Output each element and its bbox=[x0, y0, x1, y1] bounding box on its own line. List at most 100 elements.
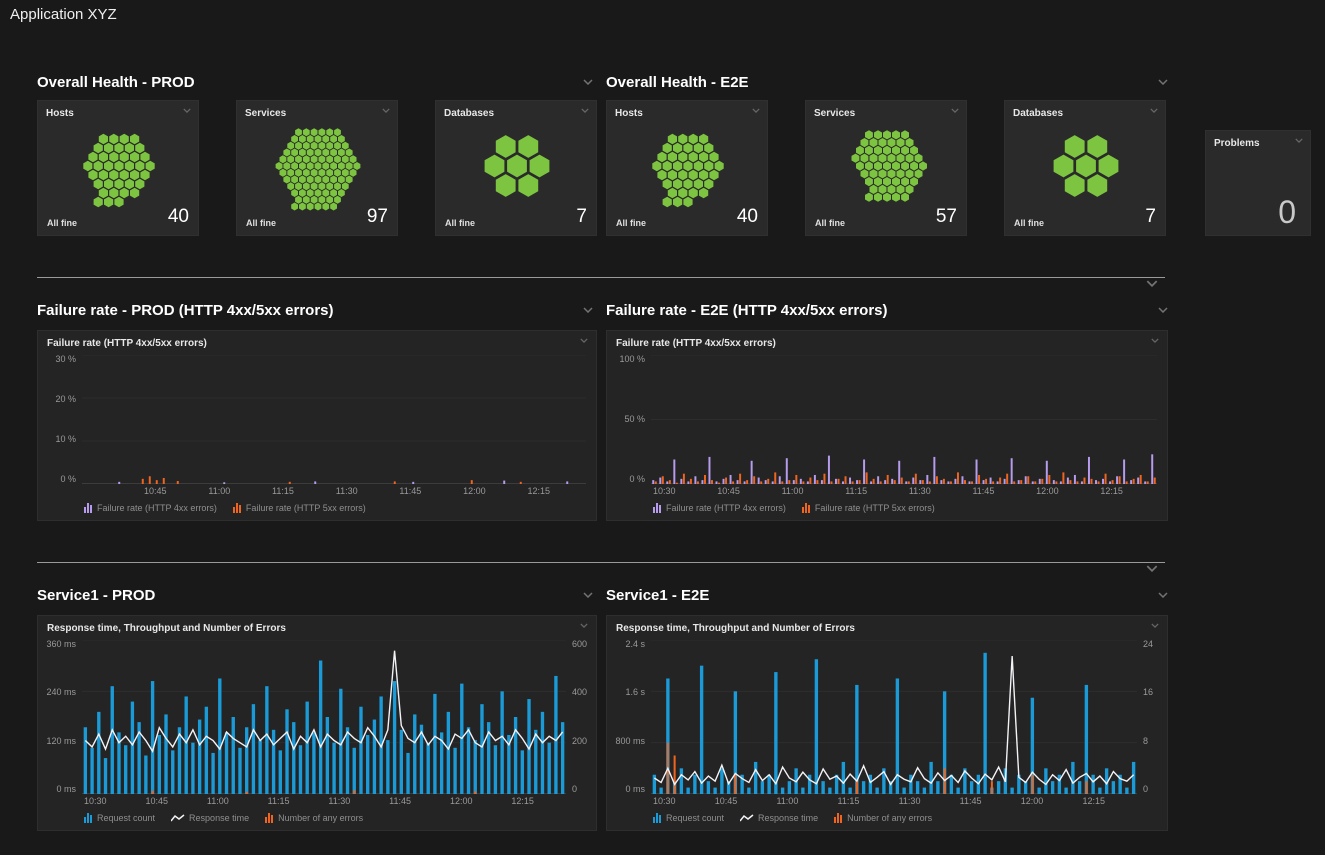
chart-legend: Request count Response time Number of any … bbox=[607, 808, 1167, 830]
chevron-down-icon[interactable] bbox=[1158, 592, 1168, 598]
hexagon-entity bbox=[83, 161, 92, 172]
x-axis: 10:4511:0011:1511:3011:4512:0012:15 bbox=[82, 486, 586, 496]
legend-item[interactable]: Failure rate (HTTP 5xx errors) bbox=[233, 503, 366, 513]
hexagon-entity bbox=[668, 152, 677, 163]
chevron-down-icon[interactable] bbox=[1158, 307, 1168, 313]
hexagon-entity bbox=[342, 155, 349, 163]
hexagon-entity bbox=[496, 135, 516, 158]
y-axis-label: 0 bbox=[572, 785, 596, 794]
hexagon-entity bbox=[315, 176, 322, 184]
tile-title: Databases bbox=[444, 108, 494, 119]
problems-tile[interactable]: Problems 0 bbox=[1205, 130, 1311, 236]
legend-item[interactable]: Failure rate (HTTP 4xx errors) bbox=[84, 503, 217, 513]
chevron-down-icon[interactable] bbox=[580, 623, 588, 628]
health-tile-services-prod[interactable]: Services All fine97 bbox=[236, 100, 398, 236]
chart-tile-service-prod[interactable]: Response time, Throughput and Number of … bbox=[37, 615, 597, 831]
health-tile-hosts-prod[interactable]: Hosts All fine40 bbox=[37, 100, 199, 236]
section-divider bbox=[37, 277, 1165, 278]
chevron-down-icon[interactable] bbox=[951, 108, 959, 113]
chevron-down-icon[interactable] bbox=[583, 307, 593, 313]
legend-bars-icon bbox=[233, 503, 242, 513]
health-tile-databases-prod[interactable]: Databases All fine7 bbox=[435, 100, 597, 236]
hexagon-cluster bbox=[44, 121, 194, 211]
hexagon-entity bbox=[303, 196, 310, 204]
legend-bars-icon bbox=[265, 813, 274, 823]
hexagon-entity bbox=[307, 135, 314, 143]
legend-bars-icon bbox=[834, 813, 843, 823]
hexagon-entity bbox=[874, 193, 882, 202]
chevron-down-icon[interactable] bbox=[752, 108, 760, 113]
chevron-down-icon[interactable] bbox=[583, 592, 593, 598]
legend-item[interactable]: Number of any errors bbox=[834, 813, 932, 823]
hexagon-entity bbox=[311, 155, 318, 163]
legend-item[interactable]: Number of any errors bbox=[265, 813, 363, 823]
hexagon-entity bbox=[342, 142, 349, 150]
chevron-down-icon[interactable] bbox=[1158, 79, 1168, 85]
hexagon-entity bbox=[663, 143, 672, 154]
hexagon-entity bbox=[315, 189, 322, 197]
y-axis-label: 0 % bbox=[60, 475, 76, 484]
hexagon-entity bbox=[114, 179, 123, 190]
hexagon-entity bbox=[879, 185, 887, 194]
x-axis-label: 12:15 bbox=[1100, 486, 1123, 496]
hexagon-entity bbox=[892, 146, 900, 155]
plot-area bbox=[651, 355, 1157, 484]
hexagon-entity bbox=[104, 143, 113, 154]
chart-tile-failure-prod[interactable]: Failure rate (HTTP 4xx/5xx errors) 30 %2… bbox=[37, 330, 597, 521]
hexagon-entity bbox=[109, 152, 118, 163]
chevron-down-icon[interactable] bbox=[1151, 623, 1159, 628]
hexagon-entity bbox=[1065, 174, 1085, 197]
plot-area bbox=[651, 640, 1137, 794]
chevron-down-icon[interactable] bbox=[581, 108, 589, 113]
problems-count: 0 bbox=[1278, 194, 1296, 231]
health-tile-services-e2e[interactable]: Services All fine57 bbox=[805, 100, 967, 236]
y-axis-left: 30 %20 %10 %0 % bbox=[38, 355, 82, 484]
chart-tile-failure-e2e[interactable]: Failure rate (HTTP 4xx/5xx errors) 100 %… bbox=[606, 330, 1168, 521]
hexagon-entity bbox=[888, 154, 896, 163]
x-axis-label: 12:15 bbox=[511, 796, 534, 806]
chevron-down-icon[interactable] bbox=[580, 338, 588, 343]
legend-item[interactable]: Failure rate (HTTP 5xx errors) bbox=[802, 503, 935, 513]
hexagon-entity bbox=[276, 162, 283, 170]
health-tile-hosts-e2e[interactable]: Hosts All fine40 bbox=[606, 100, 768, 236]
hexagon-entity bbox=[99, 134, 108, 145]
chevron-down-icon[interactable] bbox=[1146, 280, 1158, 287]
status-label: All fine bbox=[246, 218, 276, 228]
hexagon-entity bbox=[338, 176, 345, 184]
tile-title: Databases bbox=[1013, 108, 1063, 119]
hexagon-entity bbox=[678, 134, 687, 145]
entity-count: 7 bbox=[1145, 206, 1156, 228]
y-axis-left: 100 %50 %0 % bbox=[607, 355, 651, 484]
section-header-service-prod: Service1 - PROD bbox=[37, 585, 593, 605]
hexagon-cluster bbox=[442, 121, 592, 211]
legend-item[interactable]: Failure rate (HTTP 4xx errors) bbox=[653, 503, 786, 513]
hexagon-entity bbox=[283, 176, 290, 184]
chevron-down-icon[interactable] bbox=[1146, 565, 1158, 572]
legend-item[interactable]: Response time bbox=[171, 813, 249, 823]
failure-rate-chart bbox=[82, 355, 586, 484]
hexagon-entity bbox=[901, 161, 909, 170]
hexagon-entity bbox=[338, 135, 345, 143]
chart-tile-service-e2e[interactable]: Response time, Throughput and Number of … bbox=[606, 615, 1168, 831]
legend-item[interactable]: Request count bbox=[84, 813, 155, 823]
legend-item[interactable]: Request count bbox=[653, 813, 724, 823]
hexagon-entity bbox=[518, 174, 538, 197]
hexagon-entity bbox=[303, 142, 310, 150]
health-tile-databases-e2e[interactable]: Databases All fine 7 bbox=[1004, 100, 1166, 236]
hexagon-entity bbox=[338, 149, 345, 157]
chevron-down-icon[interactable] bbox=[183, 108, 191, 113]
chevron-down-icon[interactable] bbox=[1151, 338, 1159, 343]
hexagon-entity bbox=[88, 170, 97, 181]
x-axis: 10:3010:4511:0011:1511:3011:4512:0012:15 bbox=[82, 796, 566, 806]
status-label: All fine bbox=[1014, 218, 1044, 228]
hexagon-entity bbox=[1087, 135, 1107, 158]
legend-label: Failure rate (HTTP 5xx errors) bbox=[246, 503, 366, 513]
y-axis-label: 24 bbox=[1143, 640, 1167, 649]
plot-area bbox=[82, 640, 566, 794]
hexagon-entity bbox=[897, 169, 905, 178]
chevron-down-icon[interactable] bbox=[382, 108, 390, 113]
chevron-down-icon[interactable] bbox=[1150, 108, 1158, 113]
legend-item[interactable]: Response time bbox=[740, 813, 818, 823]
chevron-down-icon[interactable] bbox=[1295, 138, 1303, 143]
chevron-down-icon[interactable] bbox=[583, 79, 593, 85]
